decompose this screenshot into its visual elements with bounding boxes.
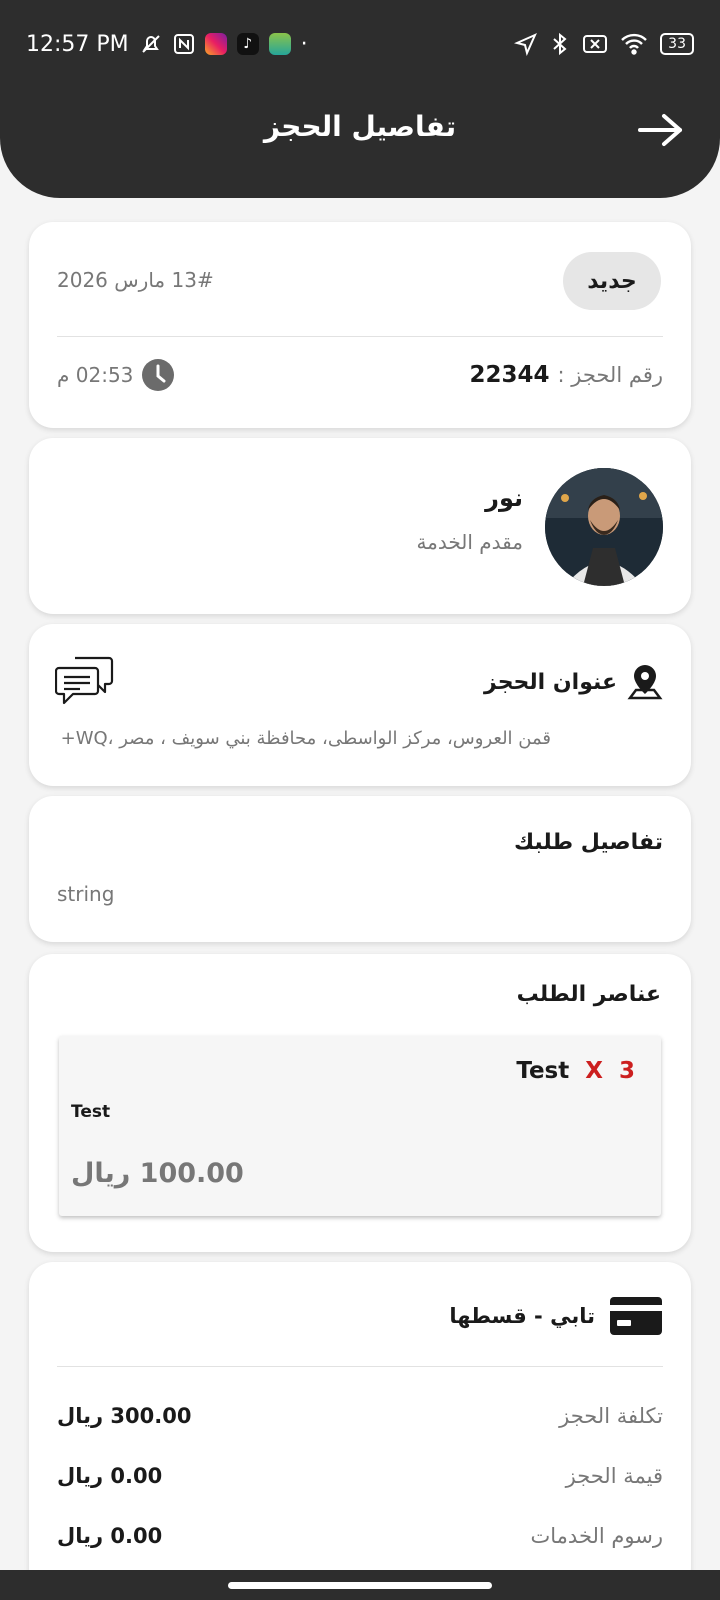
avatar <box>545 468 663 586</box>
instagram-icon <box>204 33 227 55</box>
request-title: تفاصيل طلبك <box>513 830 663 855</box>
payment-row-value: 0.00 ريال <box>57 1524 163 1548</box>
provider-card[interactable]: نور مقدم الخدمة <box>29 438 691 614</box>
chat-button[interactable] <box>54 652 115 712</box>
divider <box>57 1366 663 1367</box>
booking-summary-card: جديد 13# مارس 2026 رقم الحجز : 22344 02:… <box>29 222 691 428</box>
address-title: عنوان الحجز <box>484 669 617 695</box>
order-item-times: X <box>585 1058 603 1084</box>
order-item-price: 100.00 ريال <box>71 1158 244 1189</box>
booking-date: 13# مارس 2026 <box>57 268 214 292</box>
chat-icon <box>54 656 114 705</box>
app-stack-icon <box>268 33 291 55</box>
booking-number: رقم الحجز : 22344 <box>469 362 663 388</box>
status-time: 12:57 PM <box>26 31 129 57</box>
divider <box>57 336 663 337</box>
bell-muted-icon <box>139 32 163 56</box>
status-dot: · <box>300 31 308 57</box>
arrow-right-icon <box>638 114 682 146</box>
payment-row-label: قيمة الحجز <box>565 1464 663 1488</box>
clock-icon <box>142 359 175 391</box>
order-item-header: 3 X Test <box>516 1058 635 1084</box>
wifi-icon <box>620 33 648 55</box>
order-item-quantity: 3 <box>618 1058 635 1084</box>
address-header: عنوان الحجز <box>484 662 663 702</box>
order-item: 3 X Test Test 100.00 ريال <box>59 1036 661 1216</box>
order-items-title: عناصر الطلب <box>516 982 661 1007</box>
provider-name: نور <box>485 484 523 512</box>
nfc-icon <box>173 33 195 55</box>
order-item-name: Test <box>516 1058 570 1084</box>
bluetooth-icon <box>550 32 570 56</box>
system-navigation-bar <box>0 1570 720 1600</box>
home-indicator[interactable] <box>228 1582 492 1589</box>
booking-number-value: 22344 <box>469 362 550 388</box>
payment-row-label: رسوم الخدمات <box>530 1524 664 1548</box>
location-pin-icon <box>627 665 663 700</box>
booking-time: 02:53 م <box>57 358 175 392</box>
status-bar: 12:57 PM ♪ · 33 <box>26 24 694 64</box>
payment-row-value: 0.00 ريال <box>57 1464 163 1488</box>
payment-row: 0.00 ريال رسوم الخدمات <box>57 1516 663 1556</box>
request-text: string <box>57 882 115 906</box>
tiktok-icon: ♪ <box>236 33 259 55</box>
battery-indicator: 33 <box>660 33 694 55</box>
location-arrow-icon <box>514 32 538 56</box>
order-item-description: Test <box>71 1102 111 1122</box>
status-badge: جديد <box>563 252 661 310</box>
payment-row: 0.00 ريال قيمة الحجز <box>57 1456 663 1496</box>
credit-card-icon <box>610 1297 662 1335</box>
provider-role: مقدم الخدمة <box>416 530 523 554</box>
payment-row-label: تكلفة الحجز <box>559 1404 663 1428</box>
page-title: تفاصيل الحجز <box>263 110 457 143</box>
address-text: قمن العروس، مركز الواسطى، محافظة بني سوي… <box>60 728 551 749</box>
booking-time-value: 02:53 م <box>57 363 134 387</box>
payment-row: 300.00 ريال تكلفة الحجز <box>57 1396 663 1436</box>
payment-method-name: تابي - قسطها <box>449 1304 595 1328</box>
payment-row-value: 300.00 ريال <box>57 1404 192 1428</box>
address-card: عنوان الحجز قمن العروس، مركز الواسطى، مح… <box>29 624 691 786</box>
order-items-card: عناصر الطلب 3 X Test Test 100.00 ريال <box>29 954 691 1252</box>
no-sim-icon <box>582 33 608 55</box>
payment-card: تابي - قسطها 300.00 ريال تكلفة الحجز 0.0… <box>29 1262 691 1592</box>
app-header: 12:57 PM ♪ · 33 تفاصيل الحجز <box>0 0 720 198</box>
request-details-card: تفاصيل طلبك string <box>29 796 691 942</box>
booking-number-label: رقم الحجز : <box>557 363 663 387</box>
payment-method: تابي - قسطها <box>449 1296 663 1336</box>
back-button[interactable] <box>636 110 686 150</box>
